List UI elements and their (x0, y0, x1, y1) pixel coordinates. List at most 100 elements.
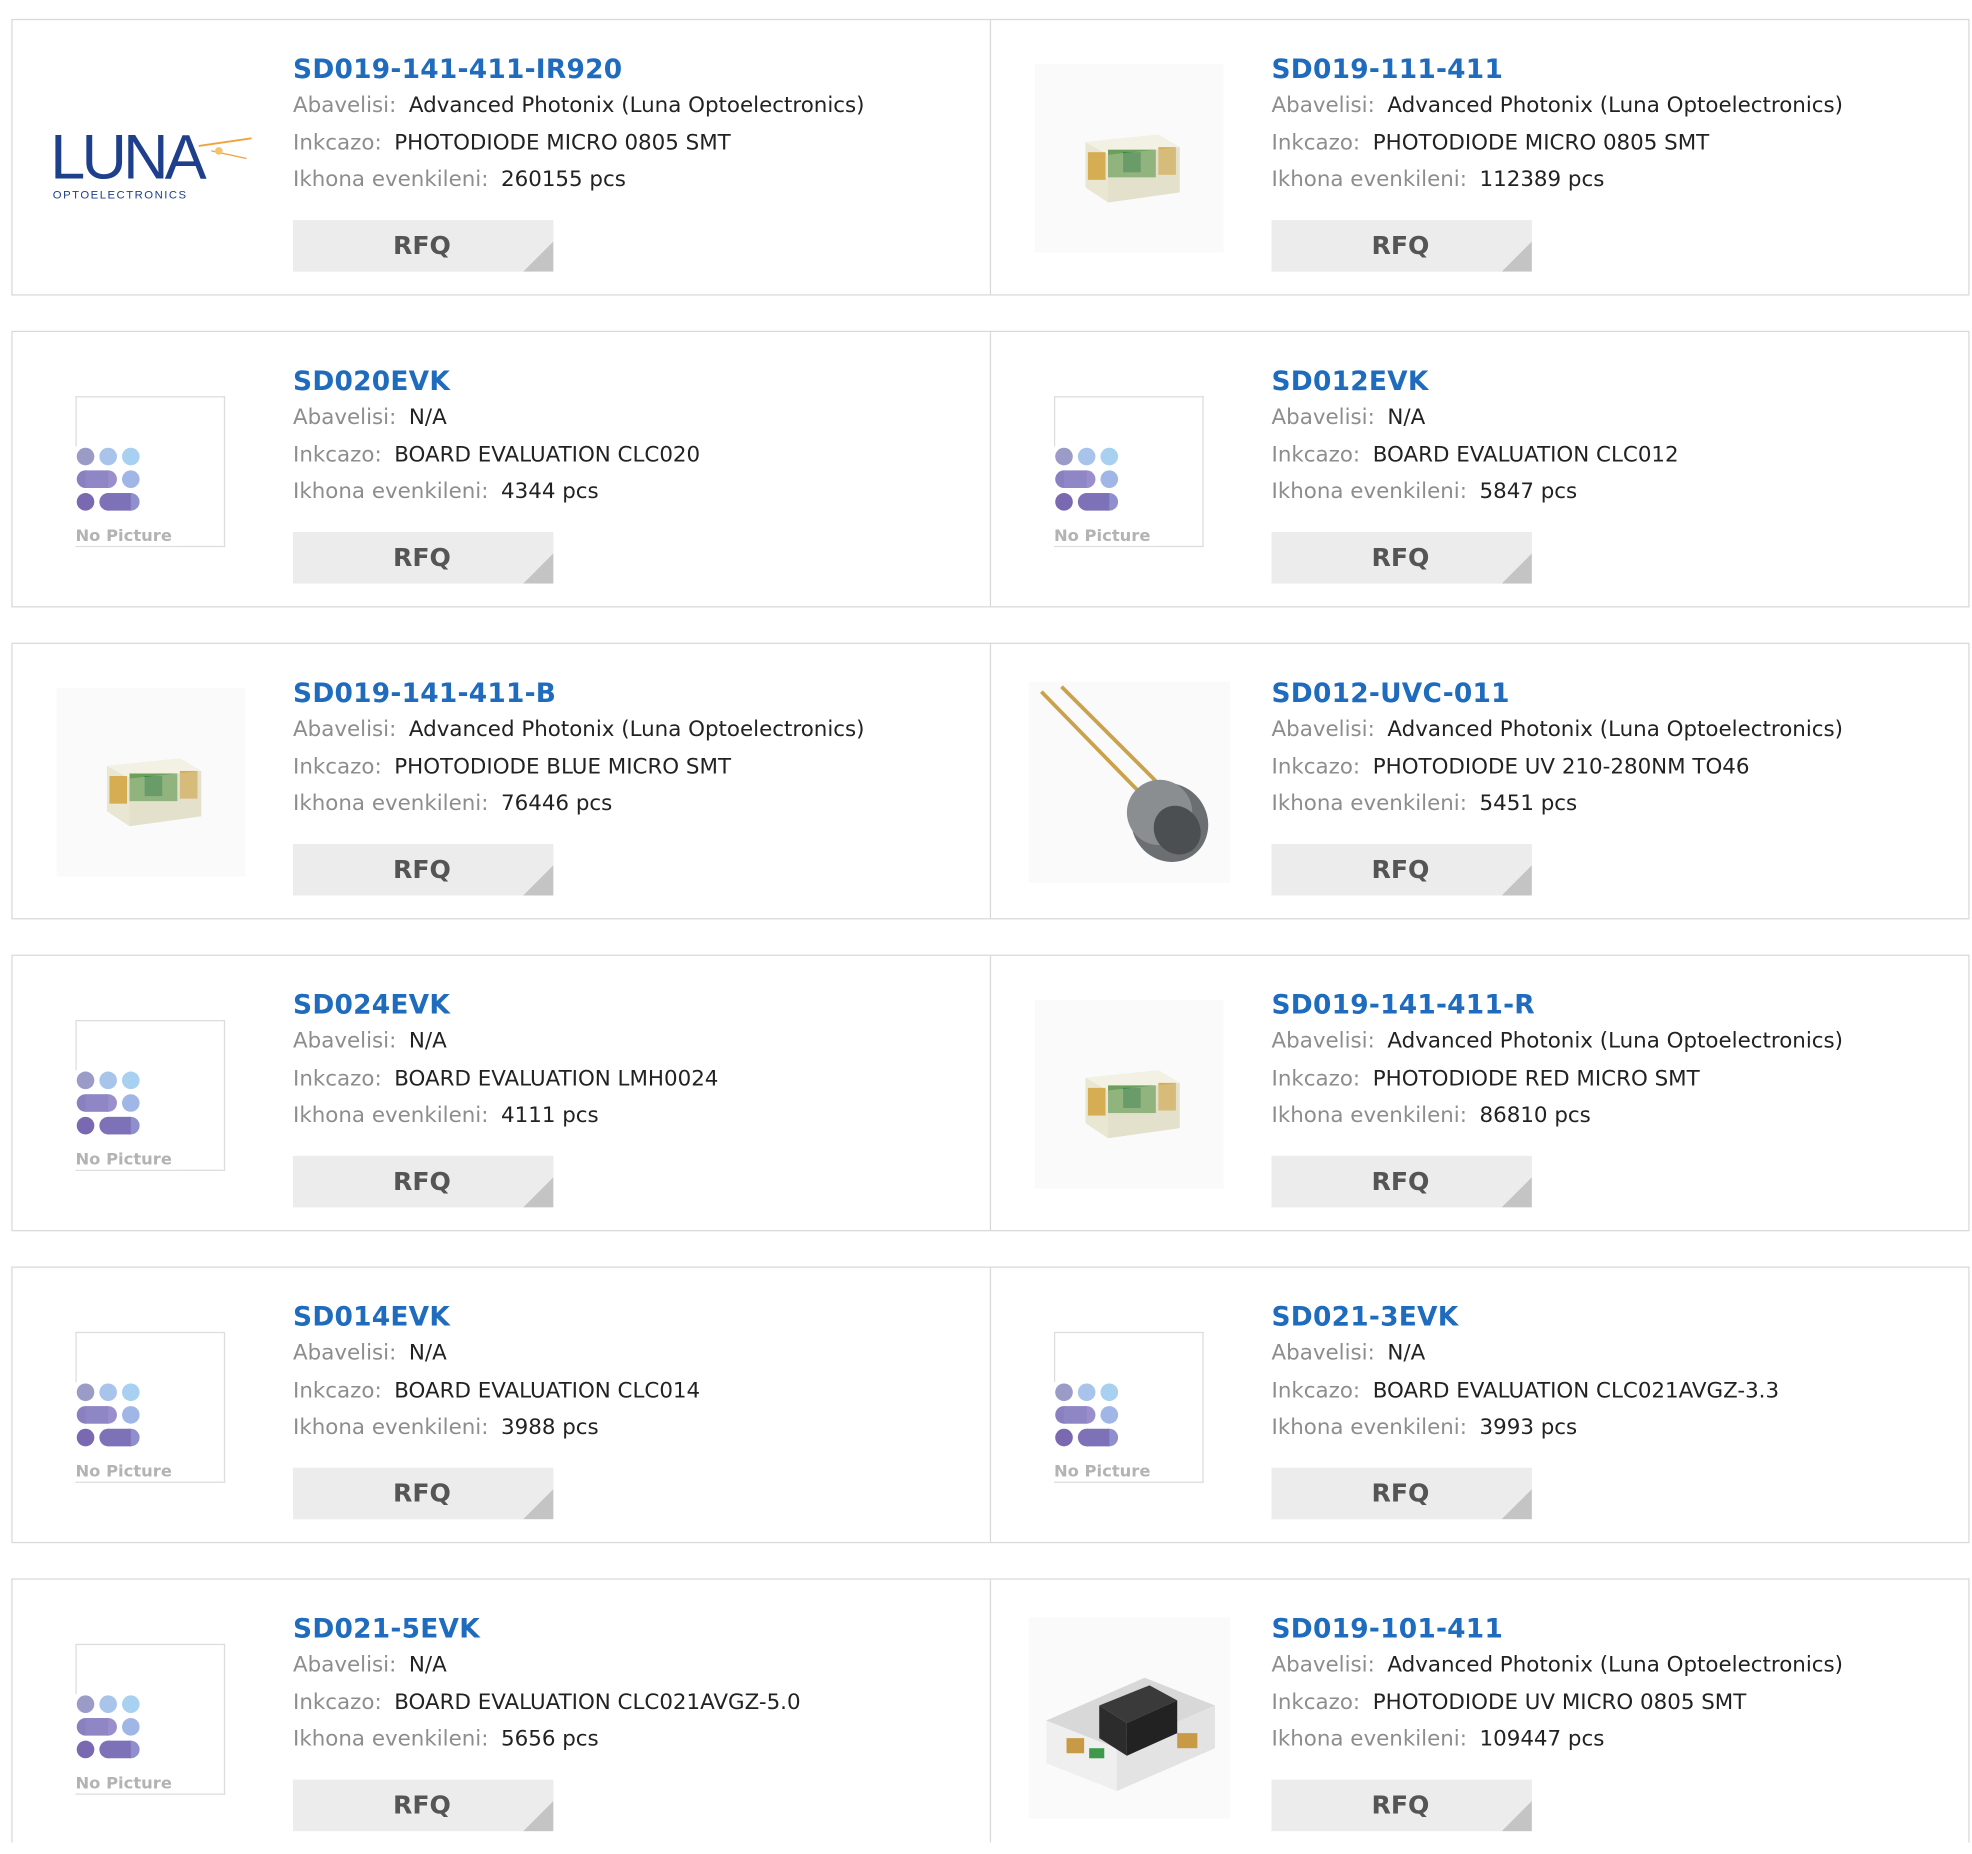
no-picture-placeholder: No Picture (75, 1331, 226, 1483)
smd-photodiode-icon (56, 687, 246, 877)
part-number-link[interactable]: SD021-5EVK (293, 1610, 801, 1648)
manufacturer-label: Abavelisi: (1271, 716, 1375, 743)
smd-photodiode-icon (1035, 999, 1224, 1189)
part-number-link[interactable]: SD021-3EVK (1272, 1298, 1780, 1336)
part-number-link[interactable]: SD019-111-411 (1272, 50, 1843, 88)
rfq-label: RFQ (392, 542, 451, 573)
rfq-button[interactable]: RFQ (1271, 1467, 1532, 1520)
product-image[interactable]: No Picture (50, 370, 251, 571)
product-image[interactable]: LUNA OPTOELECTRONICS (50, 58, 252, 259)
part-number-link[interactable]: SD019-141-411-IR920 (293, 50, 864, 88)
product-image[interactable] (50, 682, 251, 883)
stock-label: Ikhona evenkileni: (293, 1726, 489, 1752)
product-list: LUNA OPTOELECTRONICS SD019-141-411-IR920… (0, 0, 1972, 1843)
part-number-link[interactable]: SD012-UVC-011 (1272, 674, 1843, 712)
stock-value: 3988 pcs (501, 1414, 599, 1441)
product-image[interactable]: No Picture (1029, 370, 1230, 571)
part-number-link[interactable]: SD019-141-411-B (293, 674, 864, 712)
product-image[interactable]: No Picture (1029, 1305, 1230, 1506)
manufacturer-value: Advanced Photonix (Luna Optoelectronics) (1387, 1028, 1844, 1054)
rfq-button[interactable]: RFQ (1271, 1155, 1532, 1208)
stock-value: 5451 pcs (1479, 791, 1578, 817)
no-picture-placeholder: No Picture (1053, 1331, 1205, 1483)
product-card: SD019-101-411 Abavelisi: Advanced Photoni… (991, 1580, 1968, 1854)
part-number-link[interactable]: SD019-101-411 (1272, 1610, 1843, 1648)
description-value: PHOTODIODE RED MICRO SMT (1372, 1065, 1700, 1092)
part-number-link[interactable]: SD012EVK (1272, 362, 1679, 400)
part-number-link[interactable]: SD020EVK (293, 362, 700, 400)
no-picture-placeholder: No Picture (75, 1019, 226, 1171)
description-label: Inkcazo: (293, 1065, 382, 1092)
rfq-button[interactable]: RFQ (293, 532, 554, 584)
product-image[interactable]: No Picture (50, 1617, 251, 1818)
corner-triangle-icon (523, 553, 554, 584)
part-number-link[interactable]: SD014EVK (293, 1298, 700, 1336)
part-number-link[interactable]: SD019-141-411-R (1272, 986, 1843, 1024)
corner-triangle-icon (1501, 1489, 1532, 1520)
rfq-label: RFQ (1371, 1477, 1430, 1508)
stock-value: 5847 pcs (1479, 479, 1578, 505)
rfq-label: RFQ (1371, 1165, 1430, 1197)
no-picture-icon (76, 447, 140, 511)
product-image[interactable]: No Picture (50, 1305, 251, 1506)
manufacturer-value: N/A (408, 404, 447, 431)
manufacturer-label: Abavelisi: (1271, 404, 1375, 431)
description-label: Inkcazo: (293, 753, 382, 780)
corner-triangle-icon (1501, 241, 1532, 272)
stock-value: 4111 pcs (501, 1103, 599, 1129)
manufacturer-value: Advanced Photonix (Luna Optoelectronics) (1387, 716, 1844, 743)
rfq-button[interactable]: RFQ (1271, 220, 1532, 272)
product-row: No Picture SD014EVK Abavelisi: N/A Inkcaz… (11, 1266, 1970, 1544)
description-value: BOARD EVALUATION CLC021AVGZ-5.0 (394, 1689, 801, 1715)
part-number-link[interactable]: SD024EVK (293, 986, 718, 1024)
rfq-button[interactable]: RFQ (1271, 843, 1532, 896)
manufacturer-label: Abavelisi: (293, 1340, 397, 1366)
rfq-label: RFQ (392, 1789, 451, 1820)
product-image[interactable] (1029, 994, 1230, 1195)
description-label: Inkcazo: (1271, 1065, 1361, 1092)
corner-triangle-icon (1501, 1801, 1532, 1832)
rfq-label: RFQ (392, 230, 451, 261)
luna-logo-icon: LUNA OPTOELECTRONICS (50, 123, 252, 202)
rfq-button[interactable]: RFQ (1271, 1779, 1532, 1832)
stock-label: Ikhona evenkileni: (293, 791, 489, 817)
product-image[interactable] (1028, 681, 1231, 883)
product-card: No Picture SD020EVK Abavelisi: N/A Inkcaz… (13, 332, 990, 606)
no-picture-icon (76, 1383, 140, 1447)
description-label: Inkcazo: (293, 1689, 382, 1715)
stock-label: Ikhona evenkileni: (293, 167, 489, 193)
corner-triangle-icon (523, 865, 554, 896)
corner-triangle-icon (523, 1177, 554, 1208)
stock-value: 86810 pcs (1479, 1103, 1591, 1129)
description-label: Inkcazo: (1271, 1689, 1361, 1715)
description-value: PHOTODIODE MICRO 0805 SMT (394, 130, 731, 156)
rfq-label: RFQ (392, 1477, 451, 1508)
description-label: Inkcazo: (1271, 442, 1361, 468)
rfq-button[interactable]: RFQ (293, 1779, 554, 1832)
stock-value: 109447 pcs (1479, 1726, 1605, 1752)
rfq-button[interactable]: RFQ (293, 220, 554, 272)
product-card: SD012-UVC-011 Abavelisi: Advanced Photoni… (991, 644, 1968, 918)
product-card: SD019-111-411 Abavelisi: Advanced Photoni… (991, 20, 1968, 294)
product-image[interactable] (1028, 1617, 1231, 1819)
no-picture-icon (76, 1071, 140, 1135)
rfq-button[interactable]: RFQ (293, 1155, 554, 1208)
description-label: Inkcazo: (1271, 1377, 1361, 1403)
rfq-button[interactable]: RFQ (293, 1467, 554, 1520)
manufacturer-label: Abavelisi: (293, 1028, 397, 1054)
product-image[interactable]: No Picture (50, 994, 251, 1195)
stock-label: Ikhona evenkileni: (293, 479, 489, 505)
description-label: Inkcazo: (293, 1377, 382, 1403)
no-picture-placeholder: No Picture (1053, 396, 1205, 548)
corner-triangle-icon (1501, 865, 1532, 896)
stock-label: Ikhona evenkileni: (1271, 1726, 1467, 1752)
rfq-button[interactable]: RFQ (1271, 532, 1532, 584)
stock-value: 5656 pcs (501, 1726, 599, 1752)
corner-triangle-icon (523, 241, 554, 272)
rfq-button[interactable]: RFQ (293, 843, 554, 896)
manufacturer-label: Abavelisi: (293, 404, 397, 431)
manufacturer-value: Advanced Photonix (Luna Optoelectronics) (1387, 1652, 1844, 1678)
no-picture-icon (1055, 447, 1119, 511)
manufacturer-label: Abavelisi: (293, 93, 397, 119)
product-image[interactable] (1029, 58, 1230, 259)
